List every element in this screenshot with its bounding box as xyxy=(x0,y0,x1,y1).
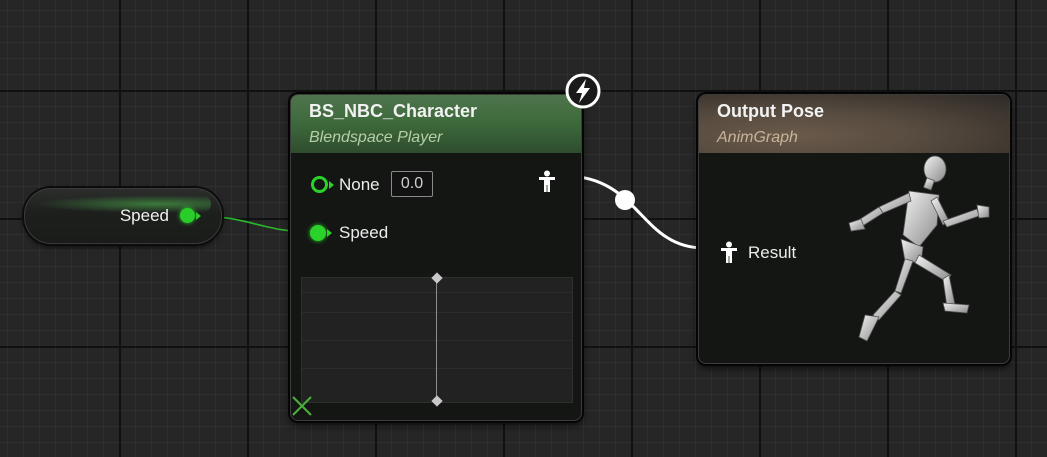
pose-output-pin-icon[interactable] xyxy=(538,170,556,197)
output-pose-node[interactable]: Output Pose AnimGraph Result xyxy=(698,94,1010,364)
speed-input-pin[interactable] xyxy=(310,225,326,241)
none-input-label: None xyxy=(339,175,380,194)
speed-input-label: Speed xyxy=(339,223,389,242)
fast-path-lightning-icon xyxy=(565,73,601,114)
pose-wire[interactable] xyxy=(564,174,705,250)
resize-x-icon[interactable] xyxy=(291,395,313,420)
blendspace-node-header[interactable]: BS_NBC_Character Blendspace Player xyxy=(291,95,581,153)
speed-input-arrow-icon xyxy=(327,229,332,237)
pose-wire-knot[interactable] xyxy=(615,190,635,210)
blendspace-player-node[interactable]: BS_NBC_Character Blendspace Player None … xyxy=(290,94,582,421)
blendspace-preview-graph[interactable] xyxy=(301,272,573,407)
speed-output-arrow-icon xyxy=(196,212,201,220)
none-input-arrow-icon xyxy=(329,181,334,189)
speed-variable-node[interactable]: Speed xyxy=(24,188,222,244)
output-node-title: Output Pose xyxy=(717,101,824,121)
none-value-field[interactable]: 0.0 xyxy=(391,171,433,197)
output-node-header[interactable]: Output Pose AnimGraph xyxy=(699,95,1009,153)
blendspace-node-subtitle: Blendspace Player xyxy=(309,129,443,146)
blendspace-node-title: BS_NBC_Character xyxy=(309,101,478,121)
blendspace-sample-point-top[interactable] xyxy=(431,272,443,284)
result-input-pin-icon[interactable] xyxy=(720,241,738,268)
blendspace-sample-point-bottom[interactable] xyxy=(431,395,443,407)
blendspace-axis-line xyxy=(436,278,437,402)
speed-variable-label: Speed xyxy=(119,206,169,225)
output-node-subtitle: AnimGraph xyxy=(717,129,798,146)
none-input-pin[interactable] xyxy=(311,176,328,193)
speed-output-pin[interactable] xyxy=(180,208,195,223)
running-mannequin-icon xyxy=(839,155,1009,350)
result-input-label: Result xyxy=(748,243,797,262)
